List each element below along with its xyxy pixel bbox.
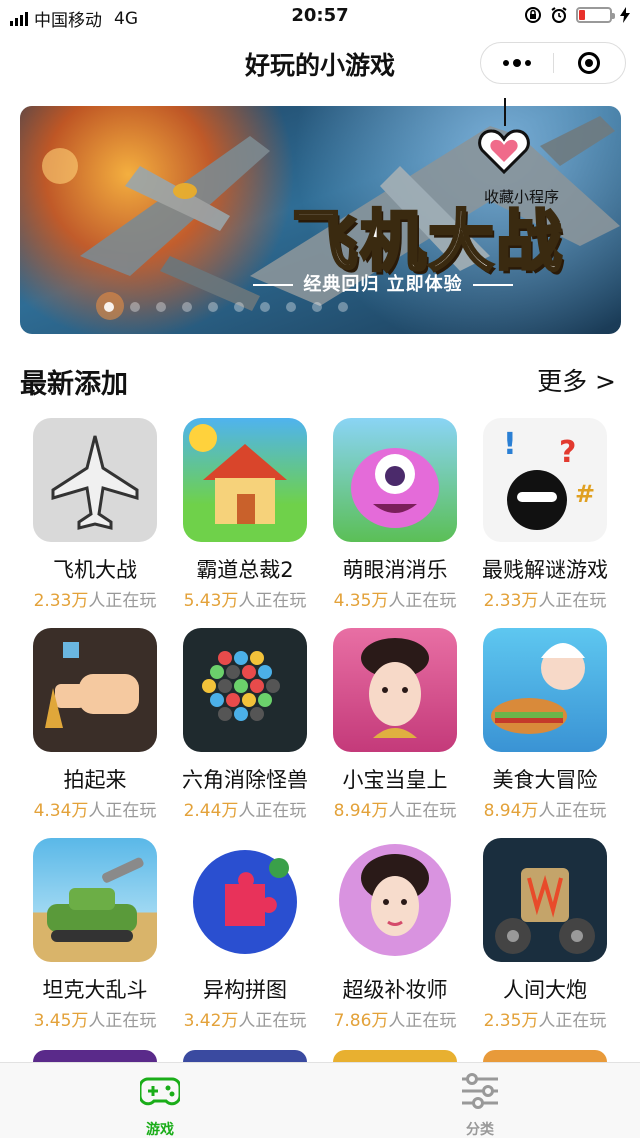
charging-icon — [620, 7, 630, 23]
player-count: 2.33万人正在玩 — [33, 591, 157, 611]
player-count: 5.43万人正在玩 — [183, 591, 307, 611]
status-bar: 中国移动 4G 20:57 — [0, 0, 640, 34]
jigsaw-game-icon — [183, 838, 307, 962]
game-name: 坦克大乱斗 — [42, 978, 148, 1002]
rotation-lock-icon — [525, 7, 541, 23]
cannon-game-icon — [483, 838, 607, 962]
section-header: 最新添加 更多 > — [20, 362, 620, 402]
player-count: 8.94万人正在玩 — [333, 801, 457, 821]
next-row-peek — [333, 1050, 457, 1062]
player-count: 7.86万人正在玩 — [333, 1011, 457, 1031]
player-count: 3.45万人正在玩 — [33, 1011, 157, 1031]
close-mini-program-button[interactable] — [553, 43, 625, 83]
game-name: 萌眼消消乐 — [342, 558, 448, 582]
game-name: 小宝当皇上 — [342, 768, 448, 792]
tab-label: 游戏 — [146, 1122, 174, 1138]
game-name: 霸道总裁2 — [196, 558, 294, 582]
makeup-game-icon — [333, 838, 457, 962]
svg-text:#: # — [575, 480, 595, 508]
monster-game-icon — [333, 418, 457, 542]
house-game-icon — [183, 418, 307, 542]
heart-icon[interactable] — [478, 128, 530, 174]
gamepad-icon — [140, 1077, 180, 1106]
plane-game-icon — [33, 418, 157, 542]
status-right — [524, 6, 630, 24]
tab-bar: 游戏 分类 — [0, 1062, 640, 1138]
svg-text:?: ? — [559, 435, 576, 470]
hexagon-game-icon — [183, 628, 307, 752]
tab-games[interactable]: 游戏 — [0, 1063, 320, 1138]
game-name: 飞机大战 — [53, 558, 137, 582]
player-count: 2.35万人正在玩 — [483, 1011, 607, 1031]
player-count: 4.35万人正在玩 — [333, 591, 457, 611]
player-count: 4.34万人正在玩 — [33, 801, 157, 821]
mini-program-capsule — [480, 42, 626, 84]
player-count: 3.42万人正在玩 — [183, 1011, 307, 1031]
more-link[interactable]: 更多 > — [537, 362, 616, 398]
game-name: 超级补妆师 — [342, 978, 448, 1002]
target-icon — [578, 52, 600, 74]
empress-game-icon — [333, 628, 457, 752]
game-name: 六角消除怪兽 — [182, 768, 308, 792]
more-options-button[interactable] — [481, 43, 553, 83]
battery-icon — [576, 7, 615, 23]
tab-categories[interactable]: 分类 — [320, 1063, 640, 1138]
tank-game-icon — [33, 838, 157, 962]
banner-carousel[interactable]: 飞机大战 经典回归 立即体验 — [20, 106, 621, 334]
carousel-indicators — [104, 302, 348, 312]
favorite-pointer-line — [504, 98, 506, 126]
game-name: 美食大冒险 — [492, 768, 598, 792]
sliders-icon — [462, 1073, 498, 1109]
fist-game-icon — [33, 628, 157, 752]
tab-label: 分类 — [466, 1122, 494, 1138]
favorite-label: 收藏小程序 — [484, 188, 560, 206]
player-count: 2.33万人正在玩 — [483, 591, 607, 611]
next-row-peek — [483, 1050, 607, 1062]
nav-bar: 好玩的小游戏 — [0, 34, 640, 92]
next-row-peek — [183, 1050, 307, 1062]
next-row-peek — [33, 1050, 157, 1062]
svg-text:!: ! — [503, 427, 517, 462]
game-name: 人间大炮 — [503, 978, 587, 1002]
game-name: 拍起来 — [63, 768, 127, 792]
alarm-icon — [551, 7, 567, 23]
section-title: 最新添加 — [20, 369, 128, 400]
player-count: 2.44万人正在玩 — [183, 801, 307, 821]
player-count: 8.94万人正在玩 — [483, 801, 607, 821]
banner-subtitle: 经典回归 立即体验 — [20, 270, 621, 296]
game-name: 异构拼图 — [203, 978, 287, 1002]
chef-game-icon — [483, 628, 607, 752]
more-dots-icon — [503, 60, 509, 66]
puzzle-face-game-icon: ! ? # — [483, 418, 607, 542]
game-name: 最贱解谜游戏 — [482, 558, 608, 582]
